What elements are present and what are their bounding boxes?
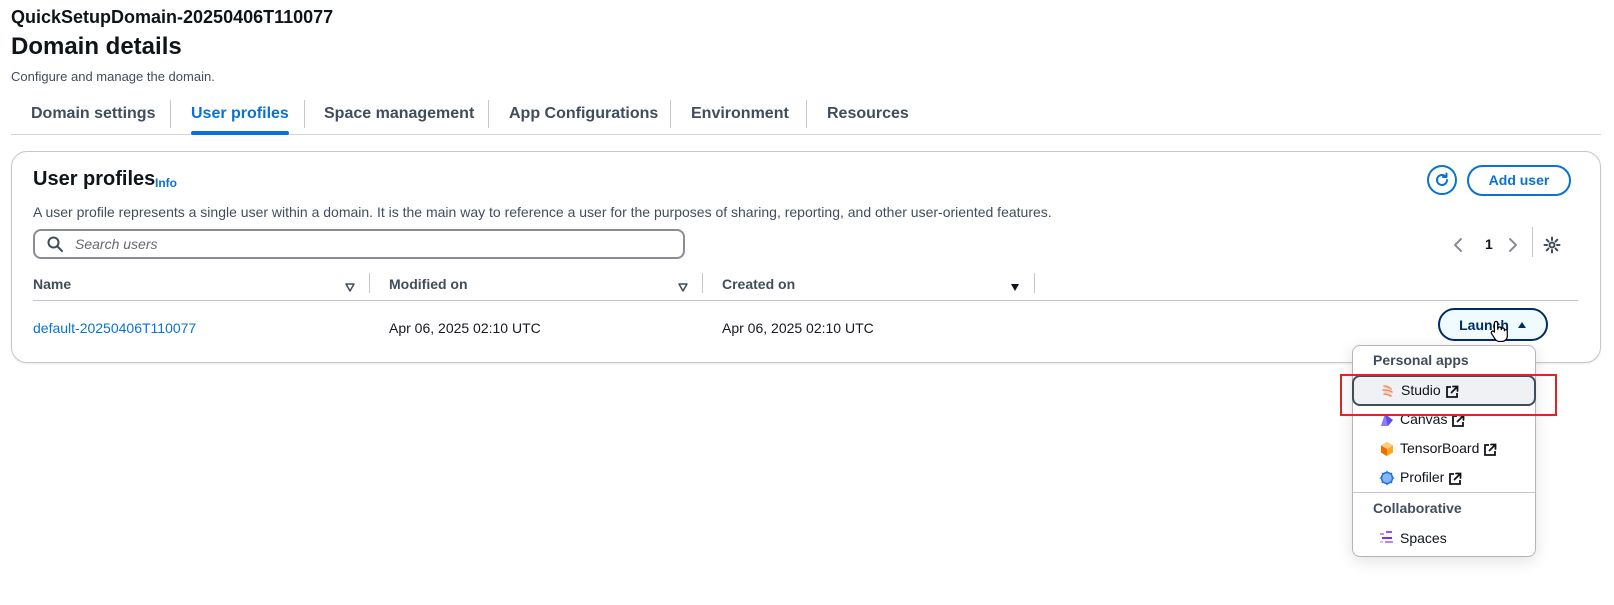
menu-item-tensorboard[interactable]: TensorBoard <box>1353 434 1535 463</box>
modified-on-cell: Apr 06, 2025 02:10 UTC <box>389 320 541 336</box>
caret-up-icon <box>1517 321 1526 328</box>
created-on-cell: Apr 06, 2025 02:10 UTC <box>722 320 874 336</box>
refresh-button[interactable] <box>1427 165 1457 195</box>
panel-description: A user profile represents a single user … <box>33 204 1052 220</box>
tensorboard-icon <box>1379 441 1395 457</box>
spaces-icon <box>1379 530 1395 546</box>
tab-environment[interactable]: Environment <box>691 94 789 134</box>
table-header-divider <box>33 300 1578 301</box>
search-input[interactable] <box>73 235 657 253</box>
column-header-modified-on: Modified on <box>389 276 468 292</box>
sort-created-button[interactable] <box>1010 279 1020 297</box>
page-number[interactable]: 1 <box>1485 236 1493 252</box>
external-link-icon <box>1448 472 1462 486</box>
column-header-created-on: Created on <box>722 276 796 292</box>
menu-divider <box>1353 492 1535 493</box>
menu-item-label: Spaces <box>1400 529 1447 546</box>
sort-modified-button[interactable] <box>678 279 688 297</box>
tab-space-management[interactable]: Space management <box>324 94 474 134</box>
hand-cursor-icon <box>1490 320 1508 347</box>
tab-separator <box>488 100 489 128</box>
domain-name: QuickSetupDomain-20250406T110077 <box>11 7 334 27</box>
panel-title: User profiles <box>33 168 156 190</box>
sort-icon <box>345 283 355 292</box>
tab-separator <box>170 100 171 128</box>
user-name-link[interactable]: default-20250406T110077 <box>33 320 196 336</box>
external-link-icon <box>1483 443 1497 457</box>
sort-icon <box>678 283 688 292</box>
preferences-button[interactable] <box>1543 236 1561 254</box>
tab-separator <box>806 100 807 128</box>
column-resizer[interactable] <box>369 273 370 293</box>
group-label-personal-apps: Personal apps <box>1373 352 1469 368</box>
next-page-button[interactable] <box>1507 235 1519 255</box>
prev-page-button[interactable] <box>1452 235 1464 255</box>
sort-name-button[interactable] <box>345 279 355 297</box>
user-profiles-panel: User profiles Info A user profile repres… <box>11 151 1601 363</box>
info-link[interactable]: Info <box>155 176 177 190</box>
tab-bar: Domain settings User profiles Space mana… <box>11 94 1601 135</box>
sort-descending-icon <box>1011 284 1019 291</box>
chevron-left-icon <box>1454 238 1462 252</box>
group-label-collaborative: Collaborative <box>1373 500 1462 516</box>
tab-resources[interactable]: Resources <box>827 94 909 134</box>
menu-item-profiler[interactable]: Profiler <box>1353 463 1535 492</box>
page-description: Configure and manage the domain. <box>11 69 215 84</box>
tab-user-profiles[interactable]: User profiles <box>191 94 289 135</box>
profiler-icon <box>1379 470 1395 486</box>
column-resizer[interactable] <box>702 273 703 293</box>
pager-separator <box>1532 227 1533 257</box>
tab-separator <box>670 100 671 128</box>
search-icon <box>47 236 63 252</box>
search-field <box>33 229 685 259</box>
add-user-button[interactable]: Add user <box>1467 165 1571 196</box>
page-title: Domain details <box>11 33 182 60</box>
annotation-highlight-box <box>1340 374 1557 416</box>
gear-icon <box>1543 236 1561 254</box>
menu-item-label: Profiler <box>1400 469 1462 485</box>
chevron-right-icon <box>1509 238 1517 252</box>
tab-domain-settings[interactable]: Domain settings <box>31 94 155 134</box>
menu-item-label: TensorBoard <box>1400 440 1497 456</box>
refresh-icon <box>1436 172 1448 186</box>
menu-item-spaces[interactable]: Spaces <box>1353 523 1535 552</box>
tab-separator <box>304 100 305 128</box>
tab-app-configurations[interactable]: App Configurations <box>509 94 658 134</box>
column-header-name: Name <box>33 276 72 292</box>
column-resizer[interactable] <box>1034 273 1035 293</box>
